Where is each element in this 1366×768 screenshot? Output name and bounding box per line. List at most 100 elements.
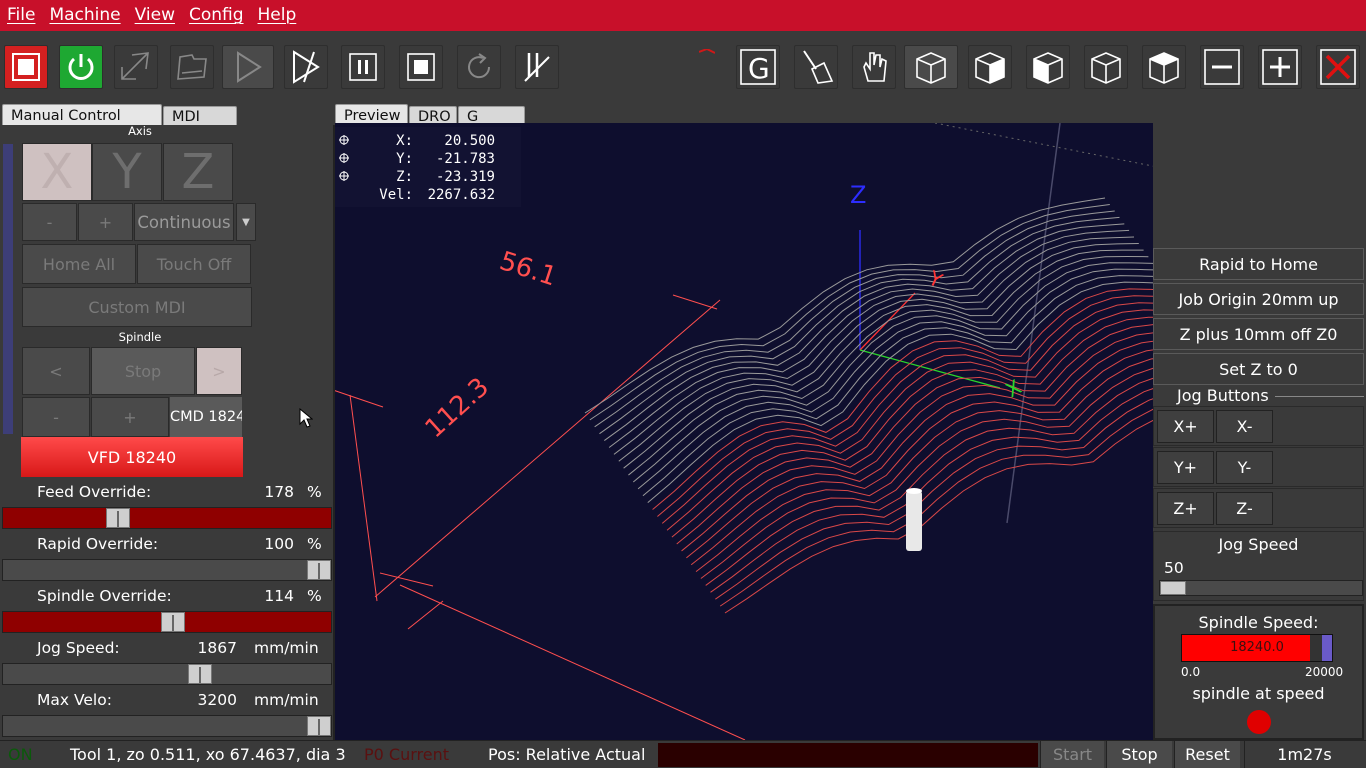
spindle-speed-bar: 18240.0 [1181,634,1333,662]
coordinate-system-status: P0 Current [364,745,450,764]
hand-icon [863,52,887,82]
spindle-cmd-readout: CMD 18240 [170,397,242,437]
pan-button[interactable] [852,45,896,89]
zoom-in-button[interactable] [1258,45,1302,89]
jog-minus-button[interactable]: - [22,203,77,241]
spindle-faster-button[interactable]: + [91,397,169,437]
jog-speed-box-slider[interactable] [1159,580,1363,596]
jog-z-minus-button[interactable]: Z- [1216,492,1273,525]
view-x-button[interactable] [968,45,1012,89]
menu-machine[interactable]: Machine [42,0,127,31]
jog-plus-button[interactable]: + [78,203,133,241]
jog-x-minus-button[interactable]: X- [1216,410,1273,443]
z-plus-10mm-button[interactable]: Z plus 10mm off Z0 [1153,318,1364,350]
spindle-at-speed-led [1247,710,1271,734]
step-button[interactable] [284,45,328,89]
optional-stop-button[interactable] [515,45,559,89]
pause-icon [349,53,377,81]
spindle-reverse-button[interactable]: < [22,347,90,395]
menu-view[interactable]: View [128,0,182,31]
linuxcnc-window: File Machine View Config Help G Manual C… [0,0,1366,768]
cube-outline-icon [1091,52,1121,84]
jog-y-minus-button[interactable]: Y- [1216,451,1273,484]
spindle-speed-max: 20000 [1305,665,1344,679]
job-origin-button[interactable]: Job Origin 20mm up [1153,283,1364,315]
stop-button[interactable]: Stop [1106,741,1172,768]
panel-accent-bar [3,144,13,434]
left-tab-bar: Manual Control [F3] MDI [F5] [0,104,335,146]
jog-z-group: Z+ Z- [1153,488,1364,528]
view-y-button[interactable] [1026,45,1070,89]
tool-status: Tool 1, zo 0.511, xo 67.4637, dia 3 [70,745,346,764]
jog-speed-box-handle[interactable] [1160,581,1186,595]
axis-x-button[interactable]: X [22,143,92,201]
jog-increment-select[interactable]: Continuous [134,203,234,241]
home-axis-icon [121,52,149,80]
axis-z-button[interactable]: Z [163,143,233,201]
stop-program-button[interactable] [399,45,443,89]
max-velo-slider[interactable] [2,715,332,737]
reload-button[interactable] [457,45,501,89]
tab-mdi[interactable]: MDI [F5] [163,106,237,145]
view-z-button[interactable] [1142,45,1186,89]
toolpath-preview[interactable]: Z Y X 56.1 112.3 X: 20.500 Y: -21.783 Z: -2… [335,123,1153,740]
jog-y-plus-button[interactable]: Y+ [1157,451,1214,484]
tool-cylinder [906,491,922,551]
spindle-override-slider[interactable] [2,611,332,633]
open-file-button[interactable] [170,45,214,89]
pause-button[interactable] [341,45,385,89]
menu-bar: File Machine View Config Help [0,0,1366,31]
jog-speed-unit: mm/min [254,639,319,657]
home-button[interactable] [114,45,158,89]
run-button[interactable] [222,45,274,89]
jog-speed-box: Jog Speed 50 [1153,531,1364,601]
jog-z-plus-button[interactable]: Z+ [1157,492,1214,525]
small-marker-icon [698,41,716,54]
spindle-stop-button[interactable]: Stop [91,347,195,395]
dro-overlay: X: 20.500 Y: -21.783 Z: -23.319 Vel: 2267.63… [335,127,521,207]
toolpath-canvas: Z Y X 56.1 112.3 [335,123,1153,740]
minus-icon [1204,49,1240,85]
machine-power-button[interactable] [59,45,103,89]
rapid-override-value: 100 [264,535,294,553]
menu-help[interactable]: Help [251,0,304,31]
axis-section-label: Axis [128,124,152,138]
home-all-button[interactable]: Home All [22,244,136,284]
clear-plot-button[interactable] [794,45,838,89]
estop-button[interactable] [4,45,48,89]
custom-mdi-button[interactable]: Custom MDI [22,287,252,327]
tab-manual-control[interactable]: Manual Control [F3] [2,104,162,146]
dro-row-y: Y: -21.783 [335,151,521,169]
jog-x-plus-button[interactable]: X+ [1157,410,1214,443]
feed-override-slider[interactable] [2,507,332,529]
folder-icon [177,54,207,80]
set-z-zero-button[interactable]: Set Z to 0 [1153,353,1364,385]
rapid-override-slider[interactable] [2,559,332,581]
touch-off-button[interactable]: Touch Off [137,244,251,284]
menu-config[interactable]: Config [182,0,251,31]
close-x-icon [1320,49,1356,85]
cube-top-icon [1149,52,1179,84]
jog-speed-value: 1867 [197,639,237,657]
jog-speed-slider[interactable] [2,663,332,685]
close-button[interactable] [1316,45,1360,89]
axis-y-button[interactable]: Y [92,143,162,201]
reset-button[interactable]: Reset [1174,741,1240,768]
toolpath-wireframe [584,197,1153,614]
feed-override-label: Feed Override: [37,483,152,501]
power-icon [68,54,94,80]
menu-file[interactable]: File [0,0,42,31]
stop-icon [407,53,435,81]
jog-x-group: X+ X- [1153,406,1364,446]
view-y2-button[interactable] [1084,45,1128,89]
chevron-down-icon[interactable]: ▼ [236,203,256,241]
spindle-forward-button[interactable]: > [196,347,242,395]
spindle-slower-button[interactable]: - [22,397,90,437]
gcode-view-button[interactable]: G [736,45,780,89]
view-iso-button[interactable] [904,45,958,89]
dro-row-x: X: 20.500 [335,133,521,151]
dimension-label-1: 56.1 [496,246,560,292]
rapid-to-home-button[interactable]: Rapid to Home [1153,248,1364,280]
start-button[interactable]: Start [1040,741,1104,768]
zoom-out-button[interactable] [1200,45,1244,89]
